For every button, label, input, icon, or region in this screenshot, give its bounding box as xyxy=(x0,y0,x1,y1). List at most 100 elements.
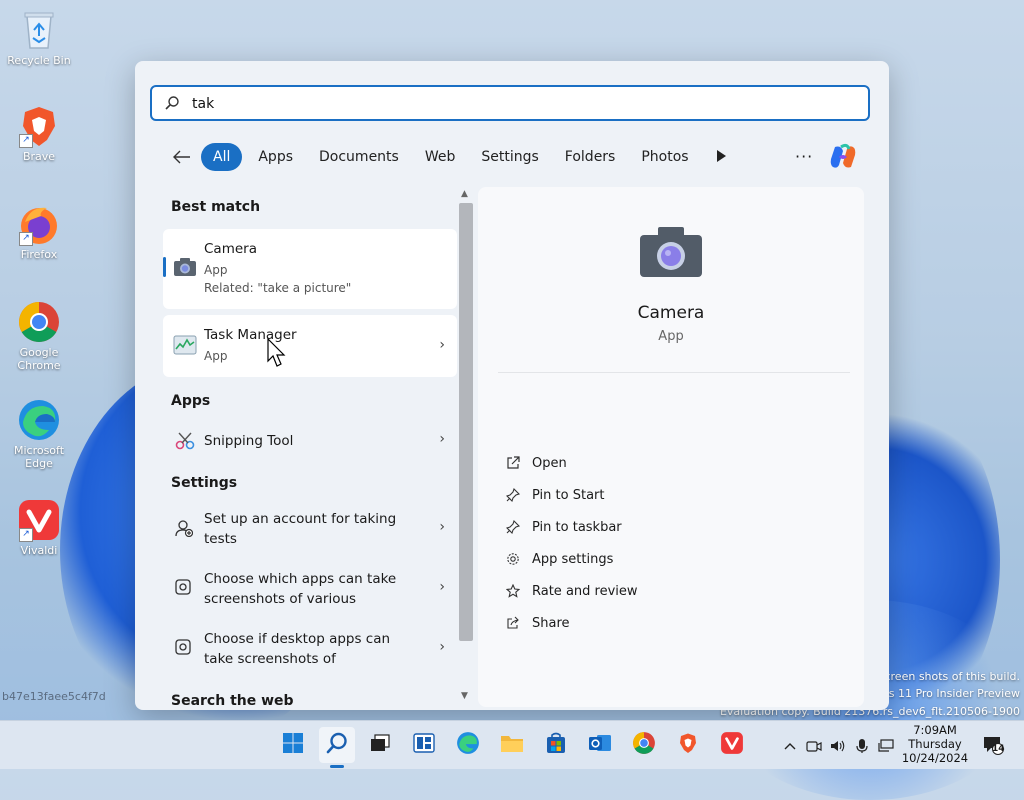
search-icon xyxy=(164,95,180,115)
taskbar-vivaldi-button[interactable] xyxy=(714,727,750,763)
chevron-right-icon[interactable]: › xyxy=(439,579,445,595)
filter-chip-web[interactable]: Web xyxy=(415,143,466,171)
filter-chip-all[interactable]: All xyxy=(201,143,243,171)
play-icon[interactable] xyxy=(715,149,731,165)
desktop-icon-label: Brave xyxy=(22,150,56,163)
taskbar-brave-button[interactable] xyxy=(670,727,706,763)
filter-chip-settings[interactable]: Settings xyxy=(471,143,548,171)
meet-now-icon[interactable] xyxy=(804,736,824,756)
filter-chip-photos[interactable]: Photos xyxy=(631,143,698,171)
desktop-icon-google-chrome[interactable]: Google Chrome xyxy=(4,300,74,372)
shortcut-arrow-icon: ↗ xyxy=(19,528,33,542)
action-share[interactable]: Share xyxy=(504,611,804,635)
action-pin-to-start[interactable]: Pin to Start xyxy=(504,483,804,507)
action-label: Rate and review xyxy=(532,583,638,599)
network-icon[interactable] xyxy=(876,736,896,756)
search-icon xyxy=(325,731,349,759)
action-open[interactable]: Open xyxy=(504,451,804,475)
scroll-thumb[interactable] xyxy=(459,203,473,641)
firefox-icon: ↗ xyxy=(17,202,61,246)
desktop-icon-label: Firefox xyxy=(20,248,58,261)
result-title: Camera xyxy=(204,241,257,257)
desktop-icon-vivaldi[interactable]: ↗ Vivaldi xyxy=(4,498,74,557)
chevron-right-icon[interactable]: › xyxy=(439,519,445,535)
camera-icon xyxy=(173,257,197,281)
desktop-icon-firefox[interactable]: ↗ Firefox xyxy=(4,202,74,261)
result-related: Related: "take a picture" xyxy=(204,281,352,295)
chevron-right-icon[interactable]: › xyxy=(439,639,445,655)
results-scrollbar[interactable]: ▲ ▼ xyxy=(457,187,475,705)
desktop-icon-recycle-bin[interactable]: Recycle Bin xyxy=(4,8,74,67)
action-rate-and-review[interactable]: Rate and review xyxy=(504,579,804,603)
store-icon xyxy=(545,732,567,758)
folder-icon xyxy=(500,733,524,757)
result-line2: screenshots of various xyxy=(204,591,357,607)
camera-icon xyxy=(638,225,704,283)
result-title: Choose which apps can take screenshots of… xyxy=(204,569,424,609)
outlook-icon xyxy=(588,732,612,758)
chevron-right-icon[interactable]: › xyxy=(439,337,445,353)
taskbar-outlook-button[interactable] xyxy=(582,727,618,763)
taskbar-task-view-button[interactable] xyxy=(362,727,398,763)
eval-watermark-line2: ws 11 Pro Insider Preview xyxy=(879,687,1020,700)
volume-icon[interactable] xyxy=(828,736,848,756)
system-tray xyxy=(780,736,900,756)
chevron-right-icon[interactable]: › xyxy=(439,431,445,447)
action-pin-to-taskbar[interactable]: Pin to taskbar xyxy=(504,515,804,539)
vivaldi-icon xyxy=(720,731,744,759)
filter-chip-apps[interactable]: Apps xyxy=(248,143,303,171)
taskbar-chrome-button[interactable] xyxy=(626,727,662,763)
microphone-icon[interactable] xyxy=(852,736,872,756)
taskbar-search-button[interactable] xyxy=(319,727,355,763)
search-input[interactable] xyxy=(190,93,854,115)
result-title: Set up an account for taking tests xyxy=(204,509,424,549)
result-setting-apps-screenshots[interactable]: Choose which apps can take screenshots of… xyxy=(163,561,457,617)
clock[interactable]: 7:09AM Thursday 10/24/2024 xyxy=(900,723,970,765)
action-label: Pin to Start xyxy=(532,487,605,503)
taskbar: 7:09AM Thursday 10/24/2024 14 xyxy=(0,720,1024,769)
taskbar-widgets-button[interactable] xyxy=(406,727,442,763)
divider xyxy=(498,372,850,373)
desktop-icon-microsoft-edge[interactable]: Microsoft Edge xyxy=(4,398,74,470)
clock-time: 7:09AM xyxy=(913,723,957,737)
back-arrow-icon[interactable] xyxy=(171,146,193,168)
action-app-settings[interactable]: App settings xyxy=(504,547,804,571)
start-button[interactable] xyxy=(275,727,311,763)
screenshot-setting-icon xyxy=(175,579,191,599)
clock-day: Thursday xyxy=(908,737,962,751)
more-options-icon[interactable]: ··· xyxy=(795,147,813,166)
desktop-icon-label: Microsoft Edge xyxy=(13,444,65,470)
person-add-icon xyxy=(175,519,194,541)
notification-center-button[interactable]: 14 xyxy=(982,735,1006,755)
taskbar-store-button[interactable] xyxy=(538,727,574,763)
result-setting-desktop-screenshots[interactable]: Choose if desktop apps can take screensho… xyxy=(163,621,457,677)
result-task-manager[interactable]: Task Manager App › xyxy=(163,315,457,377)
chevron-up-icon[interactable] xyxy=(780,736,800,756)
eval-watermark-line1: screen shots of this build. xyxy=(878,670,1020,683)
search-web-header: Search the web xyxy=(171,693,294,707)
scroll-up-icon[interactable]: ▲ xyxy=(461,189,468,199)
clock-date: 10/24/2024 xyxy=(901,751,969,765)
snipping-tool-icon xyxy=(175,432,195,454)
desktop-id-text: b47e13faee5c4f7d xyxy=(2,690,106,703)
filter-bar: All Apps Documents Web Settings Folders … xyxy=(171,141,731,173)
filter-chip-documents[interactable]: Documents xyxy=(309,143,409,171)
desktop-icon-label: Google Chrome xyxy=(17,346,61,372)
search-box[interactable] xyxy=(150,85,870,121)
result-best-match-camera[interactable]: Camera App Related: "take a picture" xyxy=(163,229,457,309)
chrome-icon xyxy=(632,731,656,759)
desktop-icon-brave[interactable]: ↗ Brave xyxy=(4,104,74,163)
result-snipping-tool[interactable]: Snipping Tool › xyxy=(163,421,457,461)
brave-icon xyxy=(677,731,699,759)
filter-chip-folders[interactable]: Folders xyxy=(555,143,626,171)
chrome-icon xyxy=(17,300,61,344)
gear-icon xyxy=(504,550,522,568)
result-type: App xyxy=(204,349,228,363)
taskbar-file-explorer-button[interactable] xyxy=(494,727,530,763)
desktop-icon-label: Recycle Bin xyxy=(7,54,71,67)
copilot-icon[interactable] xyxy=(827,141,859,173)
result-setting-account-tests[interactable]: Set up an account for taking tests › xyxy=(163,501,457,557)
taskbar-edge-button[interactable] xyxy=(450,727,486,763)
search-panel: All Apps Documents Web Settings Folders … xyxy=(135,61,889,710)
scroll-down-icon[interactable]: ▼ xyxy=(461,691,468,701)
